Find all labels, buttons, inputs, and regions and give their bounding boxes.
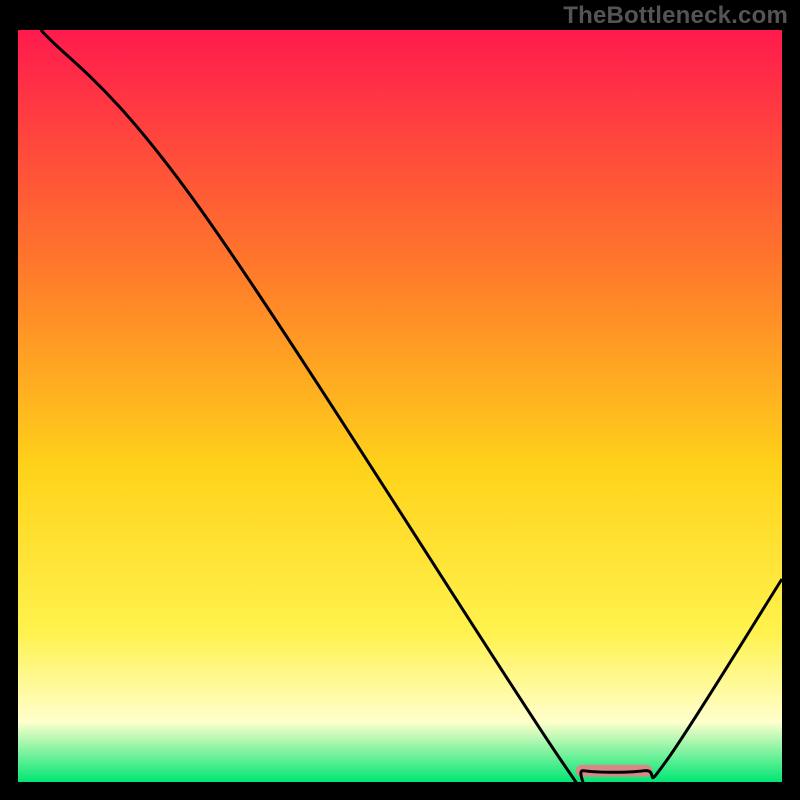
gradient-background — [18, 30, 782, 782]
chart-svg — [18, 30, 782, 782]
chart-frame: TheBottleneck.com — [0, 0, 800, 800]
watermark-text: TheBottleneck.com — [563, 2, 788, 30]
plot-area — [18, 30, 782, 782]
